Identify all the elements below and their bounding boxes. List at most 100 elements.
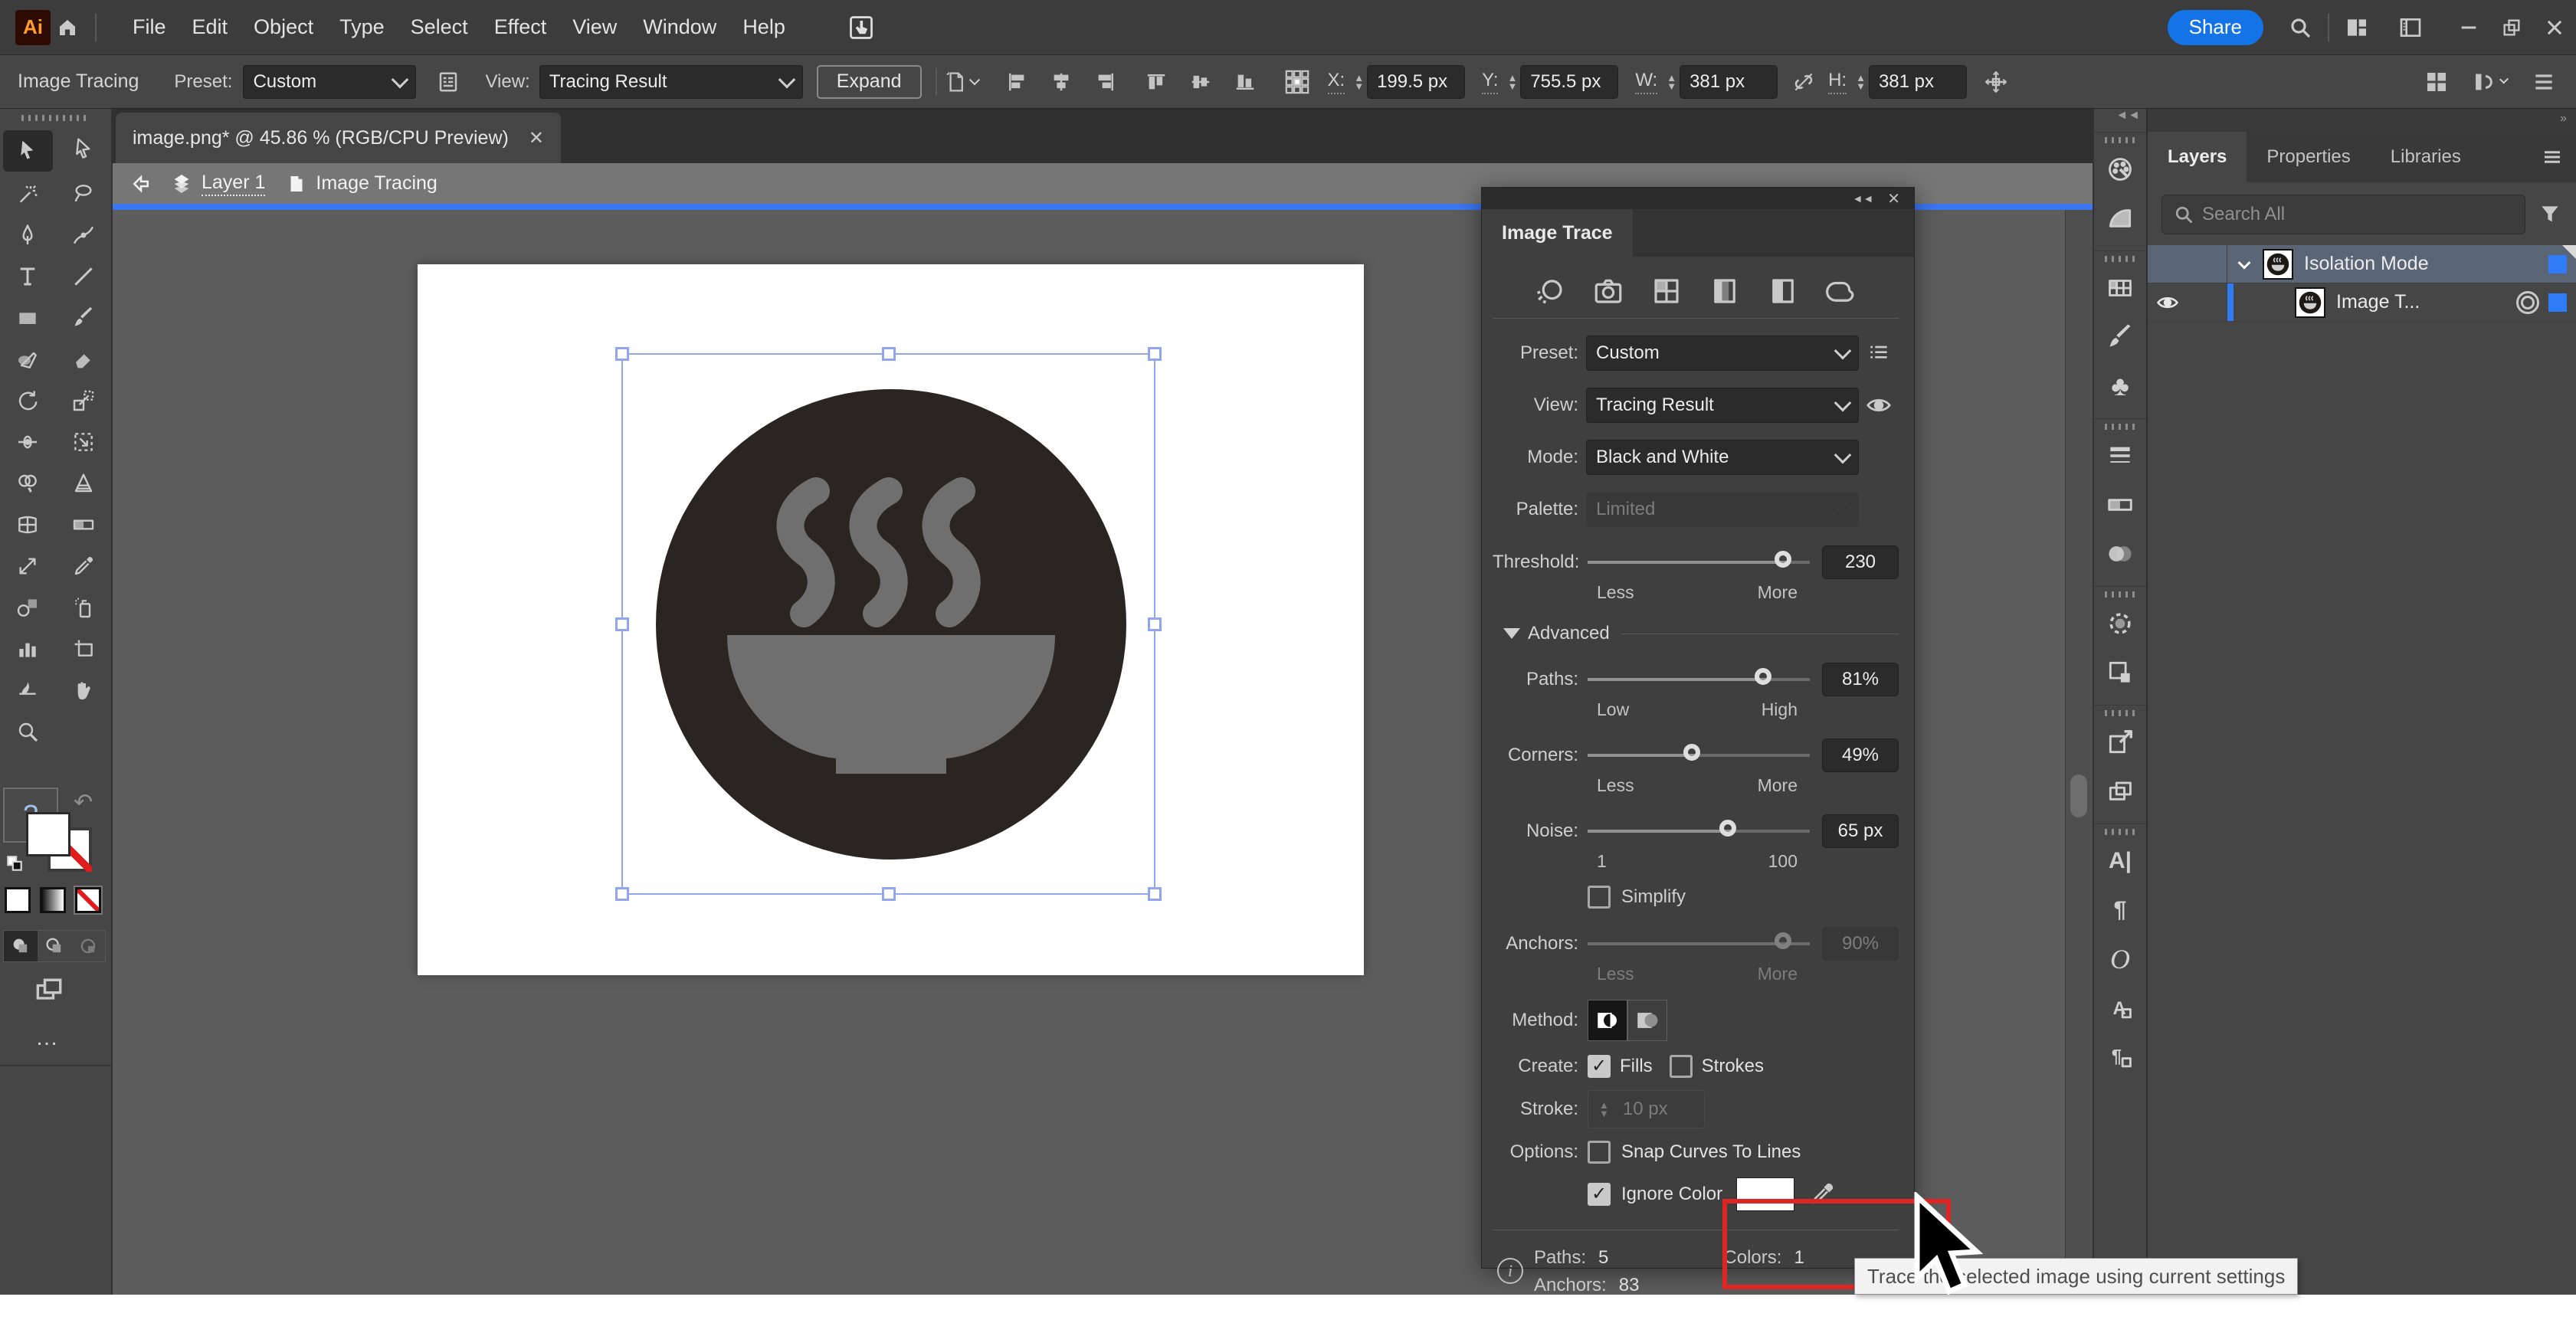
panel-icon-opentype[interactable]: O xyxy=(2094,935,2146,984)
panel-icon-brushes[interactable] xyxy=(2094,313,2146,362)
align-middle-icon[interactable] xyxy=(1184,65,1218,99)
x-field[interactable]: ▲▼ 199.5 px xyxy=(1351,65,1465,99)
share-button[interactable]: Share xyxy=(2168,10,2263,45)
align-left-icon[interactable] xyxy=(1000,65,1034,99)
method-abutting-button[interactable] xyxy=(1588,1000,1627,1041)
view-dropdown[interactable]: Tracing Result xyxy=(1586,388,1859,423)
breadcrumb-layer[interactable]: Layer 1 xyxy=(202,172,265,196)
control-menu-icon[interactable] xyxy=(2527,65,2561,99)
reference-point-icon[interactable] xyxy=(1280,65,1314,99)
tool-width[interactable] xyxy=(0,421,56,463)
selection-handle[interactable] xyxy=(882,887,896,901)
tool-scale[interactable] xyxy=(56,380,112,421)
distribute-icon[interactable] xyxy=(2473,65,2507,99)
tool-hand[interactable] xyxy=(56,670,112,711)
layer-row-2[interactable]: Image T... xyxy=(2148,283,2576,322)
panel-close-icon[interactable]: ✕ xyxy=(1887,189,1900,208)
tool-rotate[interactable] xyxy=(0,380,56,421)
tool-curvature[interactable] xyxy=(56,214,112,256)
vertical-scrollbar[interactable] xyxy=(2065,210,2093,1295)
panel-icon-stroke[interactable] xyxy=(2094,431,2146,480)
screen-mode-icon[interactable] xyxy=(32,973,66,1007)
tool-rectangle[interactable] xyxy=(0,297,56,339)
tool-type[interactable] xyxy=(0,256,56,297)
preset-high-color-icon[interactable] xyxy=(1592,275,1624,307)
menu-item-select[interactable]: Select xyxy=(398,0,481,55)
y-field[interactable]: ▲▼ 755.5 px xyxy=(1504,65,1618,99)
panel-collapse-icon[interactable]: ◄◄ xyxy=(1853,192,1874,205)
none-button[interactable] xyxy=(75,887,101,913)
tool-zoom[interactable] xyxy=(0,711,56,752)
corners-slider[interactable]: Corners: 49% LessMore xyxy=(1493,738,1899,796)
tool-slice[interactable] xyxy=(0,670,56,711)
threshold-track[interactable] xyxy=(1588,561,1810,564)
paths-knob[interactable] xyxy=(1755,668,1771,685)
tool-symbol-sprayer[interactable] xyxy=(56,587,112,628)
selection-handle[interactable] xyxy=(1148,347,1162,361)
noise-value[interactable]: 65 px xyxy=(1822,814,1899,848)
tool-shape-builder[interactable] xyxy=(0,463,56,504)
tab-libraries[interactable]: Libraries xyxy=(2371,132,2481,182)
arrange-documents-icon[interactable] xyxy=(2394,11,2427,44)
panel-menu-icon[interactable] xyxy=(2541,146,2564,169)
preset-auto-color-icon[interactable] xyxy=(1534,275,1566,307)
panel-drag-handle[interactable] xyxy=(2105,591,2135,598)
edit-toolbar-icon[interactable]: … xyxy=(35,1025,61,1051)
link-dimensions-icon[interactable] xyxy=(1787,65,1821,99)
mode-dropdown[interactable]: Black and White xyxy=(1586,440,1859,475)
search-icon[interactable] xyxy=(2283,11,2317,44)
corners-track[interactable] xyxy=(1588,754,1810,757)
tool-perspective-grid[interactable] xyxy=(56,463,112,504)
lock-column[interactable] xyxy=(2188,283,2227,321)
menu-item-type[interactable]: Type xyxy=(326,0,398,55)
selection-square[interactable] xyxy=(2548,293,2567,312)
panel-icon-transparency[interactable] xyxy=(2094,529,2146,578)
layer-thumbnail[interactable] xyxy=(2263,249,2293,280)
tool-mesh[interactable] xyxy=(0,504,56,545)
panel-icon-appearance[interactable] xyxy=(2094,599,2146,648)
preset-grayscale-icon[interactable] xyxy=(1709,275,1741,307)
paths-value[interactable]: 81% xyxy=(1822,663,1899,696)
preset-outline-icon[interactable] xyxy=(1825,275,1857,307)
noise-track[interactable] xyxy=(1588,830,1810,833)
default-fill-stroke-icon[interactable] xyxy=(5,853,25,873)
toolbar-drag-handle[interactable] xyxy=(21,115,90,121)
align-bottom-icon[interactable] xyxy=(1228,65,1262,99)
stepper-icon[interactable]: ▲▼ xyxy=(1667,74,1676,90)
visibility-eye-icon[interactable] xyxy=(2148,291,2188,314)
tool-pen[interactable] xyxy=(0,214,56,256)
panel-drag-handle[interactable] xyxy=(2105,710,2135,716)
tool-line-segment[interactable] xyxy=(56,256,112,297)
panel-icon-paragraph-styles[interactable]: ¶ xyxy=(2094,1033,2146,1082)
tab-layers[interactable]: Layers xyxy=(2148,132,2247,182)
layer-row-1[interactable]: Isolation Mode xyxy=(2148,245,2576,283)
tool-artboard[interactable] xyxy=(56,628,112,670)
selection-bounding-box[interactable] xyxy=(621,353,1155,895)
minimize-button[interactable] xyxy=(2447,5,2490,50)
menu-item-view[interactable]: View xyxy=(559,0,630,55)
draw-normal-button[interactable] xyxy=(4,931,38,961)
stepper-icon[interactable]: ▲▼ xyxy=(1507,74,1517,90)
menu-item-window[interactable]: Window xyxy=(630,0,729,55)
method-overlapping-button[interactable] xyxy=(1627,1000,1667,1041)
scrollbar-thumb[interactable] xyxy=(2070,774,2087,817)
threshold-slider[interactable]: Threshold: 230 LessMore xyxy=(1493,545,1899,603)
corners-knob[interactable] xyxy=(1683,744,1700,761)
layers-search-input[interactable]: Search All xyxy=(2161,195,2525,234)
home-icon[interactable] xyxy=(51,11,84,44)
draw-behind-button[interactable] xyxy=(38,931,71,961)
panel-drag-handle[interactable] xyxy=(2105,424,2135,430)
noise-slider[interactable]: Noise: 65 px 1100 xyxy=(1493,814,1899,872)
document-tab[interactable]: image.png* @ 45.86 % (RGB/CPU Preview) ✕ xyxy=(116,113,561,163)
panel-icon-character-styles[interactable]: A xyxy=(2094,984,2146,1033)
fill-swatch[interactable] xyxy=(26,812,70,856)
draw-inside-button[interactable] xyxy=(71,931,105,961)
tool-direct-selection[interactable] xyxy=(56,129,112,170)
menu-item-help[interactable]: Help xyxy=(729,0,798,55)
align-right-icon[interactable] xyxy=(1089,65,1122,99)
tool-lasso[interactable] xyxy=(56,173,112,214)
stepper-icon[interactable]: ▲▼ xyxy=(1354,74,1364,90)
strip-collapse-icon[interactable]: ◄◄ xyxy=(2094,109,2146,132)
exit-isolation-arrow-icon[interactable] xyxy=(129,172,152,195)
tool-gradient[interactable] xyxy=(56,504,112,545)
